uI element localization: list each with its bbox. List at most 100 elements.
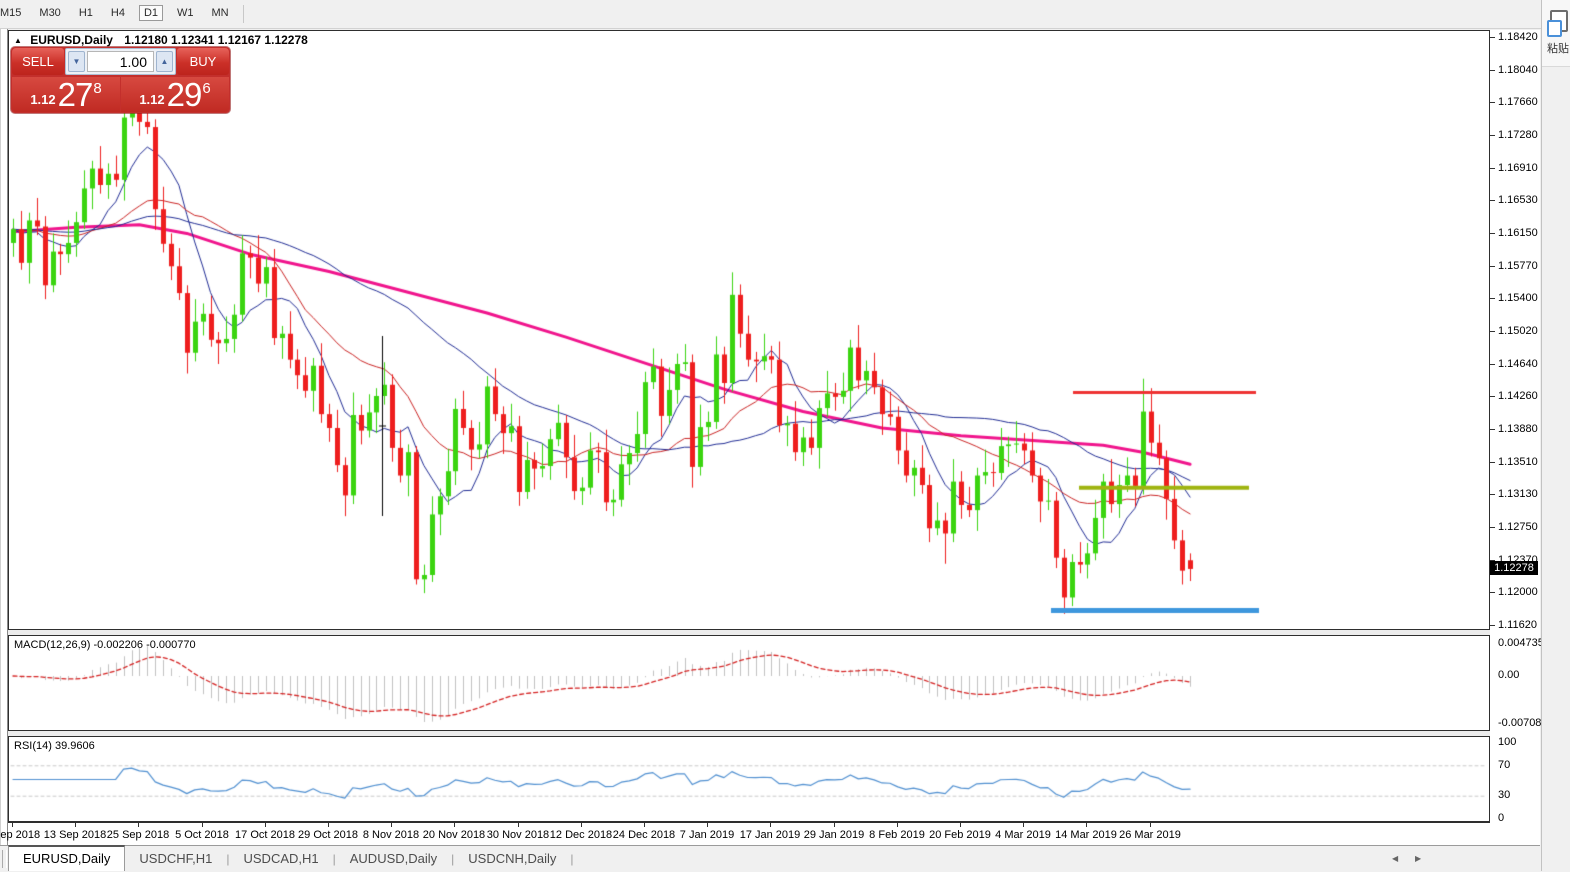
chart-title: ▲ EURUSD,Daily 1.12180 1.12341 1.12167 1… — [14, 33, 308, 47]
timeframe-button-h1[interactable]: H1 — [75, 5, 97, 21]
price-axis-label: 1.11620 — [1498, 619, 1537, 631]
timeframe-button-d1[interactable]: D1 — [139, 5, 163, 21]
price-tick — [1490, 527, 1495, 528]
buy-price-display[interactable]: 1.12296 — [121, 77, 229, 112]
volume-increase-button[interactable]: ▲ — [156, 51, 173, 72]
tab-separator: | — [570, 852, 573, 866]
date-tick — [138, 823, 139, 827]
price-axis-label: 1.14640 — [1498, 358, 1538, 370]
price-tick — [1490, 233, 1495, 234]
price-axis[interactable]: 1.12278 1.184201.180401.176601.172801.16… — [1490, 30, 1540, 845]
date-tick — [960, 823, 961, 827]
chart-tabs: EURUSD,DailyUSDCHF,H1|USDCAD,H1|AUDUSD,D… — [8, 846, 574, 871]
date-tick — [518, 823, 519, 827]
date-tick — [834, 823, 835, 827]
volume-input[interactable] — [87, 51, 154, 72]
mt4-terminal: { "toolbar": { "timeframes": ["M15","M30… — [0, 0, 1570, 871]
macd-label: MACD(12,26,9) -0.002206 -0.000770 — [14, 639, 196, 651]
macd-canvas[interactable] — [9, 636, 1489, 730]
date-tick — [265, 823, 266, 827]
volume-decrease-button[interactable]: ▼ — [68, 51, 85, 72]
price-axis-label: 1.17280 — [1498, 129, 1538, 141]
timeframe-button-m15[interactable]: M15 — [0, 5, 25, 21]
macd-indicator-panel[interactable]: MACD(12,26,9) -0.002206 -0.000770 — [8, 635, 1490, 731]
tab-eurusd-daily[interactable]: EURUSD,Daily — [8, 845, 125, 871]
timeframe-button-w1[interactable]: W1 — [173, 5, 198, 21]
sell-button[interactable]: SELL — [12, 48, 64, 75]
price-axis-label: 1.18040 — [1498, 64, 1538, 76]
rsi-indicator-panel[interactable]: RSI(14) 39.9606 — [8, 736, 1490, 822]
candlestick-chart-canvas[interactable] — [9, 31, 1489, 629]
paste-label: 粘贴 — [1547, 40, 1569, 56]
rsi-label: RSI(14) 39.9606 — [14, 740, 95, 752]
paste-sheet-icon — [1547, 20, 1562, 37]
date-tick — [1023, 823, 1024, 827]
date-tick — [1150, 823, 1151, 827]
tab-usdcad-h1[interactable]: USDCAD,H1 — [230, 847, 333, 871]
sell-price-display[interactable]: 1.12278 — [12, 77, 120, 112]
tab-scroll-right-icon[interactable]: ▶ — [1415, 854, 1421, 863]
macd-axis-label: 0.004735 — [1498, 637, 1544, 649]
date-tick — [770, 823, 771, 827]
macd-axis-label: 0.00 — [1498, 669, 1519, 681]
date-axis[interactable]: 3 Sep 201813 Sep 201825 Sep 20185 Oct 20… — [8, 822, 1490, 845]
tab-usdchf-h1[interactable]: USDCHF,H1 — [125, 847, 226, 871]
timeframe-buttons: M15 M30 H1 H4 D1 W1 MN — [0, 0, 244, 23]
price-tick — [1490, 592, 1495, 593]
price-tick — [1490, 135, 1495, 136]
price-axis-label: 1.18420 — [1498, 31, 1538, 43]
chart-ohlc-values: 1.12180 1.12341 1.12167 1.12278 — [124, 33, 308, 47]
tab-bar-grip — [2, 850, 7, 868]
trade-prices-row: 1.12278 1.12296 — [11, 77, 230, 113]
timeframe-button-mn[interactable]: MN — [208, 5, 233, 21]
date-tick — [897, 823, 898, 827]
buy-button[interactable]: BUY — [177, 48, 229, 75]
date-tick — [12, 823, 13, 827]
price-tick — [1490, 560, 1495, 561]
price-tick — [1490, 298, 1495, 299]
price-axis-label: 1.13130 — [1498, 488, 1538, 500]
buy-price-base: 1.12 — [139, 92, 164, 107]
rsi-axis-label: 0 — [1498, 812, 1504, 824]
date-tick — [328, 823, 329, 827]
date-tick — [75, 823, 76, 827]
date-tick — [644, 823, 645, 827]
date-tick — [581, 823, 582, 827]
price-axis-label: 1.15770 — [1498, 260, 1538, 272]
price-axis-label: 1.16530 — [1498, 194, 1538, 206]
price-axis-label: 1.12750 — [1498, 521, 1538, 533]
timeframe-button-m30[interactable]: M30 — [35, 5, 64, 21]
one-click-trading-panel: SELL ▼ ▲ BUY 1.12278 1.12296 — [11, 47, 230, 113]
price-tick — [1490, 168, 1495, 169]
price-tick — [1490, 429, 1495, 430]
price-tick — [1490, 200, 1495, 201]
sell-price-base: 1.12 — [30, 92, 55, 107]
price-tick — [1490, 331, 1495, 332]
overlapping-window-toolbar: 粘贴 — [1542, 0, 1570, 67]
price-tick — [1490, 364, 1495, 365]
window-left-edge — [0, 29, 8, 845]
rsi-axis-label: 70 — [1498, 759, 1510, 771]
price-axis-label: 1.13510 — [1498, 456, 1538, 468]
tab-scroll-left-icon[interactable]: ◀ — [1392, 854, 1398, 863]
tab-usdcnh-daily[interactable]: USDCNH,Daily — [454, 847, 570, 871]
sell-price-pip: 8 — [93, 80, 101, 97]
rsi-axis-label: 30 — [1498, 789, 1510, 801]
timeframe-button-h4[interactable]: H4 — [107, 5, 129, 21]
date-tick — [707, 823, 708, 827]
main-chart-panel[interactable]: ▲ EURUSD,Daily 1.12180 1.12341 1.12167 1… — [8, 30, 1490, 630]
price-axis-label: 1.14260 — [1498, 390, 1538, 402]
tab-audusd-daily[interactable]: AUDUSD,Daily — [336, 847, 451, 871]
collapse-triangle-icon[interactable]: ▲ — [14, 36, 22, 45]
buy-price-big: 29 — [167, 76, 202, 113]
rsi-axis-label: 100 — [1498, 736, 1516, 748]
price-tick — [1490, 396, 1495, 397]
chart-symbol-label: EURUSD,Daily — [30, 33, 113, 47]
rsi-canvas[interactable] — [9, 737, 1489, 821]
price-axis-label: 1.12370 — [1498, 554, 1538, 566]
buy-price-pip: 6 — [202, 80, 210, 97]
volume-spinner: ▼ ▲ — [65, 48, 176, 75]
date-tick — [391, 823, 392, 827]
price-axis-label: 1.15400 — [1498, 292, 1538, 304]
paste-clipboard-icon[interactable] — [1550, 10, 1568, 32]
